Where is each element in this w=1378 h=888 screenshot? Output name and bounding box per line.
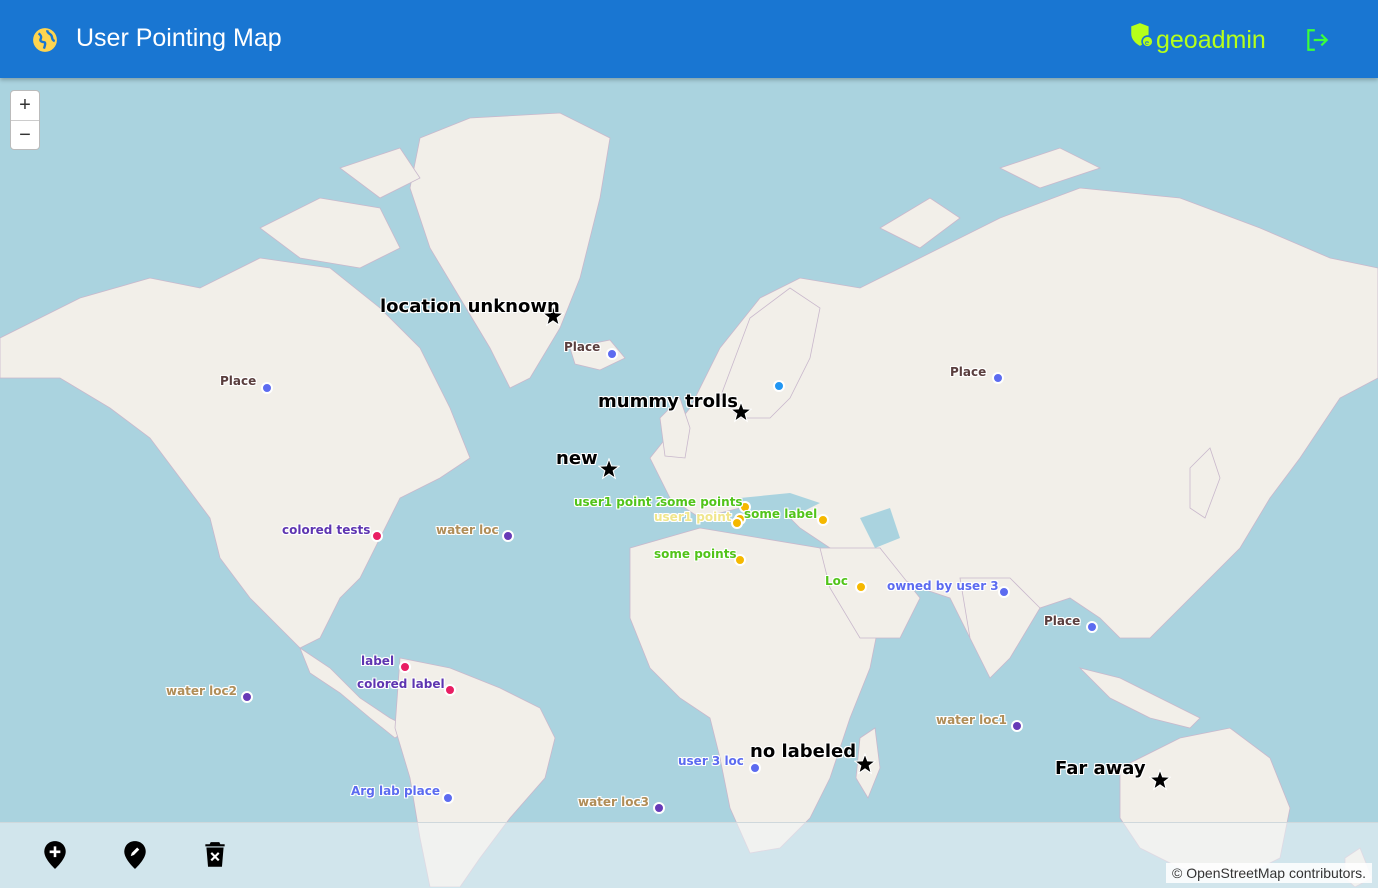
location-marker-dot[interactable] bbox=[992, 372, 1004, 384]
marker-label: Place bbox=[564, 340, 601, 354]
svg-text:e: e bbox=[1145, 38, 1149, 47]
marker-label: user1 point 2 bbox=[574, 495, 665, 509]
location-marker-dot[interactable] bbox=[773, 380, 785, 392]
star-marker-icon[interactable] bbox=[1149, 769, 1171, 791]
add-location-icon[interactable] bbox=[42, 840, 68, 870]
location-marker-dot[interactable] bbox=[444, 684, 456, 696]
location-marker-dot[interactable] bbox=[731, 517, 743, 529]
admin-badge-icon: e bbox=[1131, 23, 1154, 48]
marker-label: colored label bbox=[357, 677, 445, 691]
marker-label: some points bbox=[654, 547, 737, 561]
username[interactable]: geoadmin bbox=[1156, 26, 1266, 55]
location-marker-dot[interactable] bbox=[241, 691, 253, 703]
marker-label: user 3 loc bbox=[678, 754, 744, 768]
app-header: User Pointing Map e geoadmin bbox=[0, 0, 1378, 78]
marker-label: Place bbox=[950, 365, 987, 379]
marker-label: Far away bbox=[1055, 758, 1146, 779]
location-marker-dot[interactable] bbox=[998, 586, 1010, 598]
star-marker-icon[interactable] bbox=[854, 753, 876, 775]
star-marker-icon[interactable] bbox=[598, 458, 620, 480]
location-marker-dot[interactable] bbox=[1086, 621, 1098, 633]
app-title: User Pointing Map bbox=[76, 24, 282, 52]
marker-label: colored tests bbox=[282, 523, 371, 537]
world-map[interactable]: + − location unknown Place Place mummy trol… bbox=[0, 78, 1378, 887]
marker-label: Loc bbox=[825, 574, 849, 588]
zoom-in-button[interactable]: + bbox=[11, 91, 39, 121]
location-marker-dot[interactable] bbox=[749, 762, 761, 774]
location-marker-dot[interactable] bbox=[606, 348, 618, 360]
map-attribution[interactable]: © OpenStreetMap contributors. bbox=[1166, 863, 1372, 883]
location-marker-dot[interactable] bbox=[261, 382, 273, 394]
location-marker-dot[interactable] bbox=[855, 581, 867, 593]
marker-label: Place bbox=[1044, 614, 1081, 628]
marker-label: water loc3 bbox=[578, 795, 649, 809]
marker-label: some label bbox=[744, 507, 818, 521]
marker-label: mummy trolls bbox=[598, 391, 738, 412]
marker-label: Place bbox=[220, 374, 257, 388]
globe-icon bbox=[33, 28, 57, 52]
delete-icon[interactable] bbox=[202, 840, 228, 870]
edit-location-icon[interactable] bbox=[122, 840, 148, 870]
location-marker-dot[interactable] bbox=[817, 514, 829, 526]
logout-icon[interactable] bbox=[1304, 27, 1330, 53]
marker-label: user1 point bbox=[654, 510, 732, 524]
marker-label: some points bbox=[660, 495, 743, 509]
location-marker-dot[interactable] bbox=[371, 530, 383, 542]
zoom-out-button[interactable]: − bbox=[11, 121, 39, 150]
location-marker-dot[interactable] bbox=[502, 530, 514, 542]
marker-label: water loc bbox=[436, 523, 499, 537]
marker-label: owned by user 3 bbox=[887, 579, 999, 593]
marker-label: label bbox=[361, 654, 395, 668]
marker-label: Arg lab place bbox=[351, 784, 441, 798]
location-marker-dot[interactable] bbox=[653, 802, 665, 814]
zoom-control: + − bbox=[10, 90, 40, 150]
marker-label: no labeled bbox=[750, 741, 857, 762]
marker-label: water loc2 bbox=[166, 684, 237, 698]
marker-label: water loc1 bbox=[936, 713, 1007, 727]
marker-label: new bbox=[556, 448, 598, 469]
marker-label: location unknown bbox=[380, 296, 560, 317]
location-marker-dot[interactable] bbox=[1011, 720, 1023, 732]
location-marker-dot[interactable] bbox=[399, 661, 411, 673]
location-marker-dot[interactable] bbox=[442, 792, 454, 804]
